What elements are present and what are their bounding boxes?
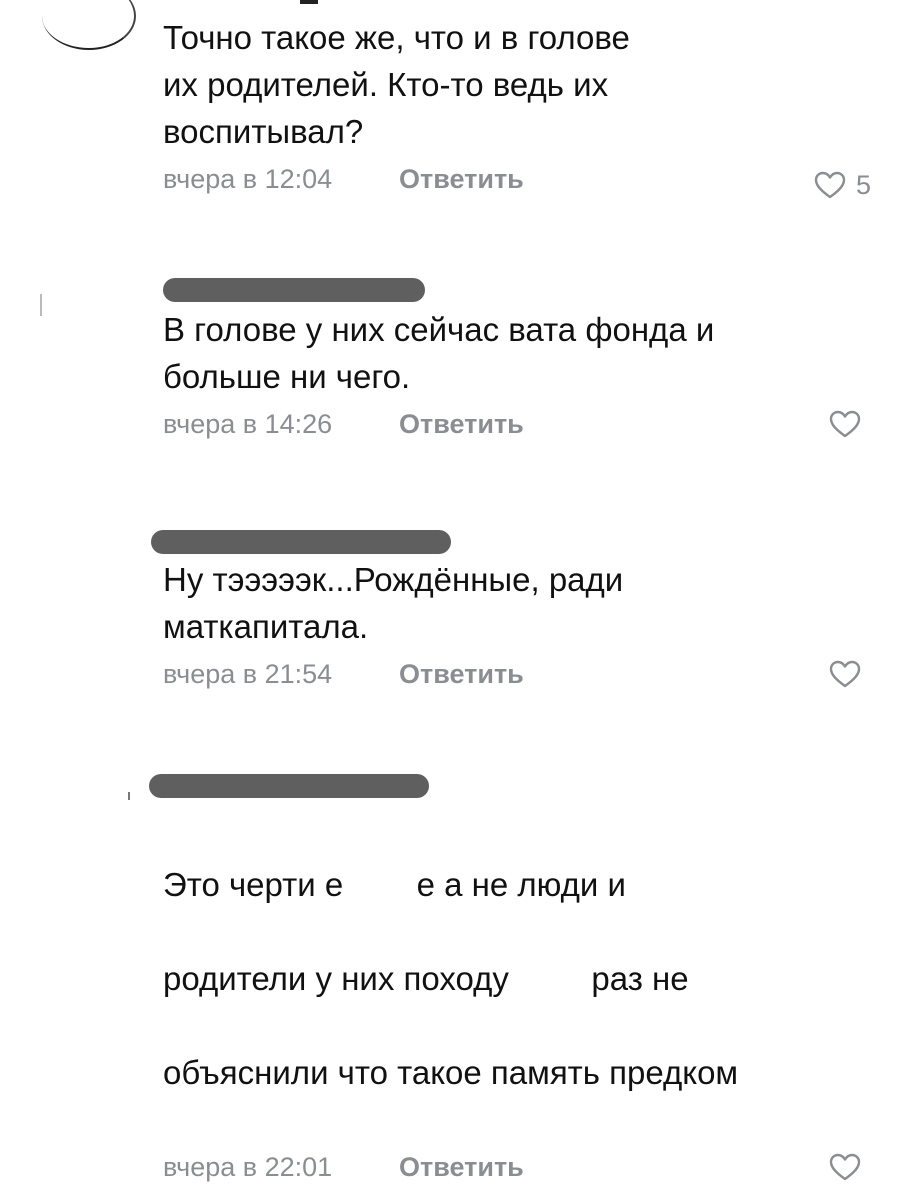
comment-text-line: родители у них походу раз не (163, 955, 883, 1002)
avatar[interactable] (42, 0, 136, 50)
like-button[interactable] (829, 1153, 871, 1181)
comment-time: вчера в 21:54 (163, 659, 333, 689)
redaction-mark (149, 774, 429, 798)
reply-button[interactable]: Ответить (399, 1147, 524, 1187)
text-fragment: родители у них походу (163, 960, 519, 997)
comment-time: вчера в 14:26 (163, 409, 333, 439)
divider (40, 294, 42, 316)
comment-author[interactable] (149, 764, 883, 808)
comment-meta: вчера в 14:26 Ответить (163, 404, 883, 444)
reply-button[interactable]: Ответить (399, 404, 524, 444)
comment-text-line: объяснили что такое память предком (163, 1054, 739, 1091)
comment-text: Точно такое же, что и в голове их родите… (163, 19, 630, 150)
comment-meta: вчера в 12:04 Ответить 5 (163, 159, 883, 200)
reply-button[interactable]: Ответить (399, 159, 524, 199)
heart-outline-icon (829, 410, 861, 438)
redaction-mark (151, 530, 451, 554)
comment-time: вчера в 22:01 (163, 1152, 333, 1182)
redaction-mark (163, 278, 425, 302)
comment-text-line: Это черти е е а не люди и (163, 861, 883, 908)
like-count: 5 (855, 170, 871, 200)
comment-time: вчера в 12:04 (163, 164, 333, 194)
comment-text: Это черти е е а не люди и родители у них… (163, 814, 883, 1143)
comment-2: В голове у них сейчас вата фонда и больш… (163, 262, 883, 444)
heart-outline-icon (814, 171, 846, 199)
comment-author[interactable] (151, 512, 883, 556)
text-fragment: раз не (591, 960, 689, 997)
heart-outline-icon (829, 660, 861, 688)
comment-text: Ну тэээээк...Рождённые, ради маткапитала… (163, 561, 624, 645)
author-name-redacted (300, 0, 318, 4)
like-button[interactable] (829, 410, 871, 438)
like-button[interactable]: 5 (814, 165, 871, 205)
comment-meta: вчера в 22:01 Ответить (163, 1147, 883, 1187)
like-button[interactable] (829, 660, 871, 688)
text-fragment: е а не люди и (416, 866, 626, 903)
redacted-fragment (343, 861, 417, 908)
text-fragment: Это черти е (163, 866, 344, 903)
comment-meta: вчера в 21:54 Ответить (163, 654, 883, 694)
comment-1: Точно такое же, что и в голове их родите… (163, 14, 883, 200)
comment-author[interactable] (163, 262, 883, 306)
divider (128, 792, 130, 800)
comment-3: Ну тэээээк...Рождённые, ради маткапитала… (151, 512, 883, 694)
heart-outline-icon (829, 1153, 861, 1181)
comment-text: В голове у них сейчас вата фонда и больш… (163, 311, 715, 395)
comment-4: Это черти е е а не люди и родители у них… (149, 764, 883, 1187)
redacted-fragment (518, 955, 592, 1002)
reply-button[interactable]: Ответить (399, 654, 524, 694)
